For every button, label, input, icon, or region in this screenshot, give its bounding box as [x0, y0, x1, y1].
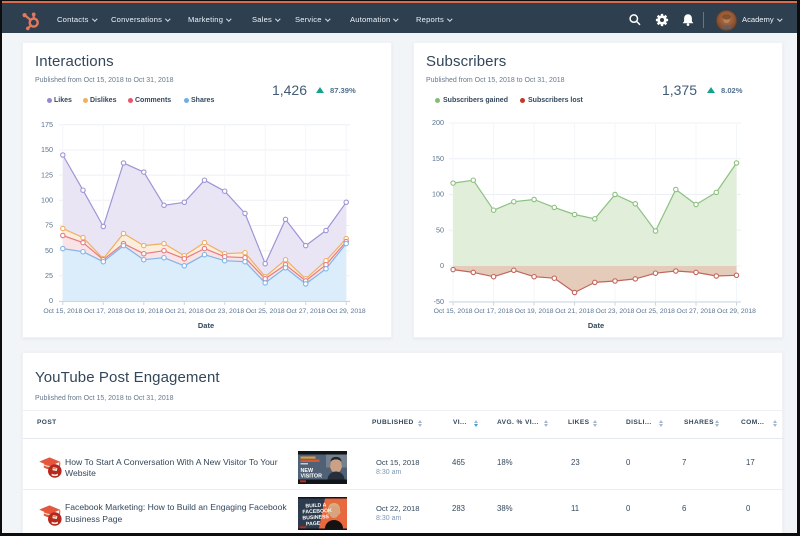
svg-text:100: 100: [41, 196, 53, 205]
svg-text:150: 150: [432, 154, 444, 163]
svg-text:Oct 29, 2018: Oct 29, 2018: [717, 308, 756, 315]
svg-text:125: 125: [41, 170, 53, 179]
svg-text:Oct 27, 2018: Oct 27, 2018: [286, 308, 325, 315]
svg-text:Oct 29, 2018: Oct 29, 2018: [327, 308, 366, 315]
svg-text:Oct 27, 2018: Oct 27, 2018: [677, 308, 716, 315]
svg-text:Oct 25, 2018: Oct 25, 2018: [246, 308, 285, 315]
svg-text:Oct 15, 2018: Oct 15, 2018: [434, 308, 473, 315]
svg-text:Oct 23, 2018: Oct 23, 2018: [205, 308, 244, 315]
svg-text:100: 100: [432, 190, 444, 199]
svg-text:Oct 17, 2018: Oct 17, 2018: [474, 308, 513, 315]
svg-text:25: 25: [45, 271, 53, 280]
svg-text:150: 150: [41, 145, 53, 154]
svg-text:175: 175: [41, 120, 53, 129]
svg-text:50: 50: [436, 225, 444, 234]
svg-text:-50: -50: [434, 297, 444, 306]
svg-text:Oct 19, 2018: Oct 19, 2018: [124, 308, 163, 315]
svg-text:PAGE: PAGE: [306, 521, 321, 528]
svg-text:Oct 21, 2018: Oct 21, 2018: [165, 308, 204, 315]
svg-text:Oct 17, 2018: Oct 17, 2018: [84, 308, 123, 315]
svg-text:Oct 15, 2018: Oct 15, 2018: [43, 308, 82, 315]
svg-text:75: 75: [45, 221, 53, 230]
svg-text:0: 0: [49, 296, 53, 305]
svg-text:0: 0: [440, 261, 444, 270]
svg-text:Date: Date: [198, 321, 214, 330]
svg-text:50: 50: [45, 246, 53, 255]
svg-text:200: 200: [432, 118, 444, 127]
svg-text:Oct 23, 2018: Oct 23, 2018: [596, 308, 635, 315]
svg-text:Oct 19, 2018: Oct 19, 2018: [515, 308, 554, 315]
svg-text:VISITOR: VISITOR: [301, 474, 323, 480]
svg-text:Oct 21, 2018: Oct 21, 2018: [555, 308, 594, 315]
svg-text:Oct 25, 2018: Oct 25, 2018: [636, 308, 675, 315]
svg-text:Date: Date: [588, 321, 604, 330]
